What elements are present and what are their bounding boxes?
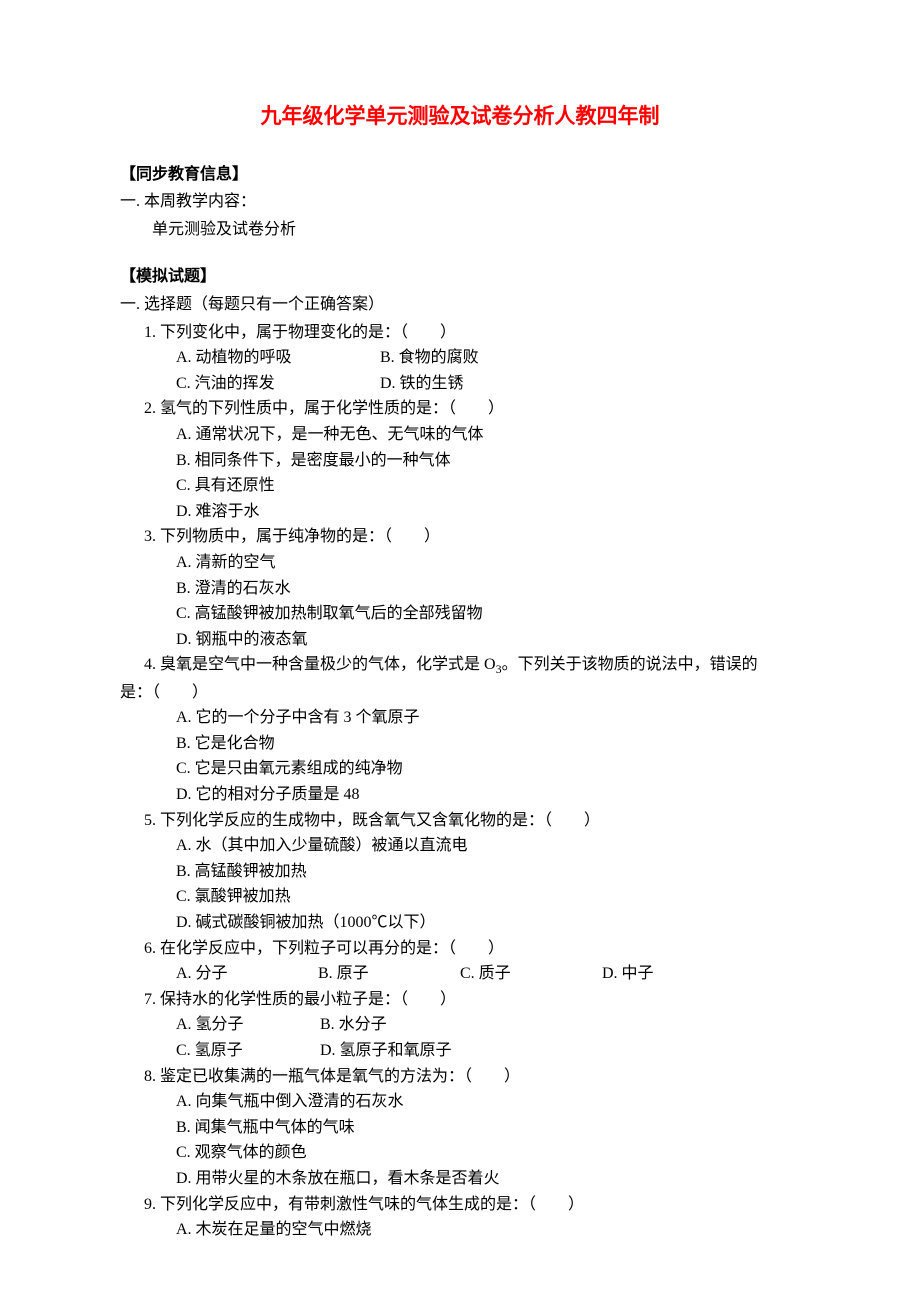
q6-option-b: B. 原子: [318, 961, 428, 987]
q8-option-c: C. 观察气体的颜色: [120, 1140, 800, 1166]
q2-option-d: D. 难溶于水: [120, 499, 800, 525]
q3-option-a: A. 清新的空气: [120, 550, 800, 576]
q5-stem: 5. 下列化学反应的生成物中，既含氧气又含氧化物的是：（ ）: [128, 808, 800, 834]
q1-option-a: A. 动植物的呼吸: [176, 345, 376, 371]
q7-option-a: A. 氢分子: [176, 1012, 316, 1038]
q1-options-row1: A. 动植物的呼吸 B. 食物的腐败: [120, 345, 800, 371]
q8-stem: 8. 鉴定已收集满的一瓶气体是氧气的方法为：（ ）: [128, 1064, 800, 1090]
q8-option-a: A. 向集气瓶中倒入澄清的石灰水: [120, 1089, 800, 1115]
q9-stem: 9. 下列化学反应中，有带刺激性气味的气体生成的是：（ ）: [128, 1192, 800, 1218]
q5-option-b: B. 高锰酸钾被加热: [120, 859, 800, 885]
q1-option-c: C. 汽油的挥发: [176, 371, 376, 397]
q7-options-row1: A. 氢分子 B. 水分子: [120, 1012, 800, 1038]
q4-stem-line2: 是：（ ）: [120, 680, 800, 706]
q6-option-a: A. 分子: [176, 961, 286, 987]
q7-options-row2: C. 氢原子 D. 氢原子和氧原子: [120, 1038, 800, 1064]
q7-option-d: D. 氢原子和氧原子: [320, 1042, 452, 1059]
q5-option-c: C. 氯酸钾被加热: [120, 884, 800, 910]
q6-stem: 6. 在化学反应中，下列粒子可以再分的是：（ ）: [128, 936, 800, 962]
page-title: 九年级化学单元测验及试卷分析人教四年制: [120, 100, 800, 134]
q7-option-c: C. 氢原子: [176, 1038, 316, 1064]
q2-stem: 2. 氢气的下列性质中，属于化学性质的是：（ ）: [128, 396, 800, 422]
q3-option-b: B. 澄清的石灰水: [120, 576, 800, 602]
q4-option-a: A. 它的一个分子中含有 3 个氧原子: [120, 705, 800, 731]
q4-option-d: D. 它的相对分子质量是 48: [120, 782, 800, 808]
q6-option-d: D. 中子: [602, 961, 654, 987]
q2-option-c: C. 具有还原性: [120, 473, 800, 499]
part1-intro: 一. 选择题（每题只有一个正确答案）: [120, 292, 800, 318]
q4-stem-text1: 4. 臭氧是空气中一种含量极少的气体，化学式是 O: [144, 656, 496, 673]
weekly-content-label: 一. 本周教学内容：: [120, 189, 800, 215]
q5-option-d: D. 碱式碳酸铜被加热（1000℃以下）: [120, 910, 800, 936]
q7-option-b: B. 水分子: [320, 1016, 387, 1033]
q4-stem-line1: 4. 臭氧是空气中一种含量极少的气体，化学式是 O3。下列关于该物质的说法中，错…: [120, 652, 800, 679]
q2-option-b: B. 相同条件下，是密度最小的一种气体: [120, 448, 800, 474]
q1-stem: 1. 下列变化中，属于物理变化的是：（ ）: [128, 320, 800, 346]
q6-option-c: C. 质子: [460, 961, 570, 987]
q4-option-b: B. 它是化合物: [120, 731, 800, 757]
section-header-mock: 【模拟试题】: [120, 264, 800, 290]
q4-stem-text1b: 。下列关于该物质的说法中，错误的: [502, 656, 758, 673]
q5-option-a: A. 水（其中加入少量硫酸）被通以直流电: [120, 833, 800, 859]
section-header-sync: 【同步教育信息】: [120, 162, 800, 188]
q3-option-c: C. 高锰酸钾被加热制取氧气后的全部残留物: [120, 601, 800, 627]
q8-option-b: B. 闻集气瓶中气体的气味: [120, 1115, 800, 1141]
weekly-content-value: 单元测验及试卷分析: [120, 217, 800, 243]
q7-stem: 7. 保持水的化学性质的最小粒子是：（ ）: [128, 987, 800, 1013]
q8-option-d: D. 用带火星的木条放在瓶口，看木条是否着火: [120, 1166, 800, 1192]
q1-option-d: D. 铁的生锈: [380, 375, 464, 392]
q3-stem: 3. 下列物质中，属于纯净物的是：（ ）: [128, 524, 800, 550]
q3-option-d: D. 钢瓶中的液态氧: [120, 627, 800, 653]
q9-option-a: A. 木炭在足量的空气中燃烧: [120, 1217, 800, 1243]
q2-option-a: A. 通常状况下，是一种无色、无气味的气体: [120, 422, 800, 448]
q1-options-row2: C. 汽油的挥发 D. 铁的生锈: [120, 371, 800, 397]
q1-option-b: B. 食物的腐败: [380, 349, 479, 366]
q4-option-c: C. 它是只由氧元素组成的纯净物: [120, 756, 800, 782]
q6-options-row: A. 分子 B. 原子 C. 质子 D. 中子: [120, 961, 800, 987]
